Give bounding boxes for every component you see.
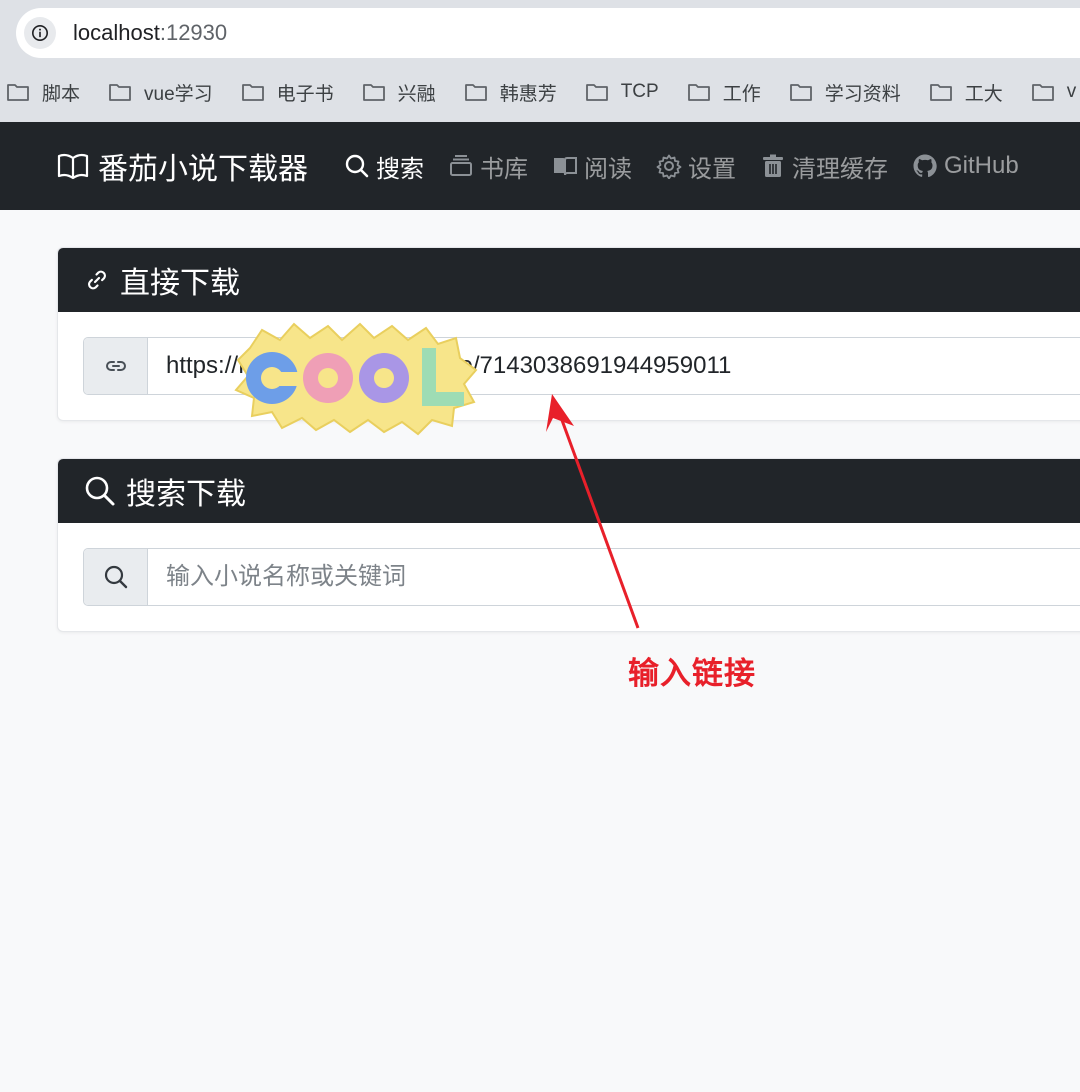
site-info-icon[interactable] [24, 17, 56, 49]
nav-item-label: 设置 [688, 155, 736, 183]
brand-title: 番茄小说下载器 [98, 153, 308, 186]
bookmark-folder[interactable]: 电子书 [241, 79, 334, 106]
nav-item-label: 清理缓存 [792, 155, 888, 183]
nav-item-label: 阅读 [584, 155, 632, 183]
nav-item-label: GitHub [944, 152, 1019, 179]
card-header: 直接下载 [58, 248, 1080, 312]
search-download-card: 搜索下载 [57, 458, 1080, 632]
bookmark-label: 韩惠芳 [499, 83, 557, 105]
nav-item-clear-cache[interactable]: 清理缓存 [760, 149, 888, 184]
bookmark-label: 兴融 [397, 83, 436, 105]
address-host: localhost [73, 20, 160, 45]
search-icon [85, 476, 115, 506]
book-icon [554, 157, 577, 176]
bookmark-folder[interactable]: 工作 [687, 79, 761, 106]
bookmark-label: 工大 [964, 83, 1003, 105]
folder-icon [929, 84, 952, 101]
search-icon [345, 154, 369, 178]
card-title: 搜索下载 [126, 478, 246, 511]
annotation-label: 输入链接 [628, 656, 756, 691]
bookmark-label: 脚本 [42, 83, 81, 105]
folder-icon [241, 84, 264, 101]
folder-icon [1031, 84, 1054, 101]
library-icon [450, 155, 472, 176]
nav-item-read[interactable]: 阅读 [552, 149, 632, 184]
direct-download-card: 直接下载 [57, 247, 1080, 421]
bookmark-folder[interactable]: 脚本 [6, 79, 80, 106]
open-book-icon [57, 153, 89, 180]
address-port: :12930 [159, 20, 228, 45]
folder-icon [362, 84, 385, 101]
bookmark-folder[interactable]: 兴融 [362, 79, 436, 106]
folder-icon [7, 84, 29, 101]
folder-icon [789, 84, 812, 101]
bookmark-label: TCP [620, 81, 659, 102]
search-icon [84, 549, 148, 605]
bookmark-folder[interactable]: 学习资料 [789, 79, 901, 106]
bookmark-folder[interactable]: v [1031, 81, 1077, 103]
trash-icon [763, 154, 783, 177]
bookmark-label: 学习资料 [824, 83, 901, 105]
link-icon [88, 270, 106, 290]
link-icon [84, 338, 148, 394]
browser-chrome: localhost:12930 脚本 vue学习 电子书 兴融 韩惠芳 TCP … [0, 0, 1080, 122]
nav-item-library[interactable]: 书库 [448, 149, 528, 184]
github-icon [913, 154, 937, 178]
app-navbar: 番茄小说下载器 搜索 书库 阅读 设置 清理缓存 GitHub [0, 122, 1080, 210]
search-input-group [83, 548, 1080, 606]
gear-icon [656, 154, 682, 179]
nav-item-label: 搜索 [376, 155, 424, 183]
folder-icon [464, 84, 487, 101]
bookmark-label: 工作 [722, 83, 761, 105]
folder-icon [109, 84, 131, 101]
brand[interactable]: 番茄小说下载器 [56, 144, 308, 188]
card-header: 搜索下载 [58, 459, 1080, 523]
nav-item-search[interactable]: 搜索 [344, 149, 424, 184]
bookmark-folder[interactable]: TCP [585, 81, 659, 103]
bookmark-label: vue学习 [144, 83, 213, 105]
address-url[interactable]: localhost:12930 [73, 20, 227, 46]
bookmarks-bar: 脚本 vue学习 电子书 兴融 韩惠芳 TCP 工作 学习资料 工大 v [0, 66, 1080, 118]
folder-icon [585, 84, 608, 101]
bookmark-folder[interactable]: 工大 [929, 79, 1003, 106]
nav-item-settings[interactable]: 设置 [656, 149, 736, 184]
nav-items: 搜索 书库 阅读 设置 清理缓存 GitHub [344, 149, 1043, 184]
nav-item-label: 书库 [480, 155, 528, 183]
address-bar[interactable]: localhost:12930 [16, 8, 1080, 58]
search-input[interactable] [148, 549, 1080, 605]
card-title: 直接下载 [120, 267, 240, 300]
bookmark-folder[interactable]: vue学习 [108, 79, 213, 106]
bookmark-label: 电子书 [276, 83, 334, 105]
bookmark-folder[interactable]: 韩惠芳 [464, 79, 557, 106]
folder-icon [687, 84, 710, 101]
nav-item-github[interactable]: GitHub [912, 152, 1019, 180]
cool-sticker [234, 322, 478, 436]
bookmark-label: v [1066, 81, 1077, 102]
